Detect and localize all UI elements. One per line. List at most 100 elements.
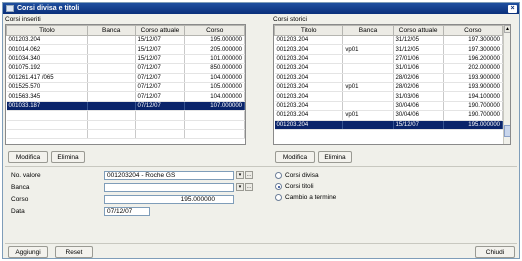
- radio-securities[interactable]: [275, 183, 282, 190]
- table-cell: [87, 91, 136, 102]
- scroll-up-icon[interactable]: ▲: [504, 25, 510, 33]
- column-header[interactable]: Banca: [86, 25, 136, 36]
- table-cell: 15/12/07: [135, 54, 186, 65]
- table-cell: 15/12/07: [135, 35, 186, 46]
- history-prices-grid[interactable]: Titolo Banca Corso attuale Corso 001203.204…: [273, 24, 511, 145]
- table-row[interactable]: 001203.204 31/01/06 202.000000: [274, 63, 504, 74]
- bank-field[interactable]: [104, 183, 234, 192]
- table-cell: 001014.062: [6, 44, 88, 55]
- app-icon: [6, 5, 14, 12]
- table-row[interactable]: 001075.192 07/12/07 850.000000: [6, 63, 245, 74]
- table-cell: [342, 63, 394, 74]
- close-button[interactable]: Chiudi: [475, 246, 515, 258]
- inserted-prices-grid[interactable]: Titolo Banca Corso attuale Corso 001203.204…: [5, 24, 246, 145]
- column-header[interactable]: Corso: [184, 25, 245, 36]
- table-cell: [342, 73, 394, 83]
- table-cell: [6, 110, 88, 121]
- option-currency-rates[interactable]: Corsi divisa: [275, 172, 319, 179]
- radio-forward[interactable]: [275, 194, 282, 201]
- table-row[interactable]: 001014.062 15/12/07 205.000000: [6, 44, 245, 55]
- table-cell: 07/12/07: [135, 63, 186, 74]
- table-row[interactable]: 001203.204 vp01 28/02/06 193.900000: [274, 82, 504, 93]
- table-cell: 197.300000: [443, 35, 504, 46]
- security-number-field[interactable]: 001203204 - Roche GS: [104, 171, 234, 180]
- table-cell: 001203.204: [274, 82, 344, 93]
- table-cell: [135, 110, 186, 121]
- table-cell: [87, 54, 136, 65]
- table-cell: 001203.204: [274, 91, 344, 102]
- table-cell: 001563.345: [6, 91, 88, 102]
- table-cell: [342, 35, 394, 46]
- column-header[interactable]: Corso: [442, 25, 504, 36]
- table-row[interactable]: 001033.187 07/12/07 107.000000: [6, 101, 245, 112]
- security-dropdown-icon[interactable]: ▾: [236, 171, 244, 179]
- footer-divider: [5, 243, 517, 244]
- column-header[interactable]: Corso attuale: [392, 25, 444, 36]
- table-cell: [135, 120, 186, 130]
- table-row[interactable]: 001261.417 /065 07/12/07 104.000000: [6, 73, 245, 83]
- price-label: Corso: [11, 196, 29, 203]
- table-row[interactable]: 001203.204 15/12/07 195.000000: [6, 35, 245, 46]
- table-cell: 196.200000: [443, 54, 504, 65]
- table-cell: 28/02/06: [393, 73, 444, 83]
- table-cell: 104.000000: [184, 91, 245, 102]
- divider: [5, 166, 517, 167]
- left-delete-button[interactable]: Elimina: [51, 151, 85, 163]
- history-scrollbar[interactable]: ▲: [503, 25, 510, 144]
- table-cell: 30/04/06: [393, 110, 444, 121]
- table-row[interactable]: [6, 120, 245, 130]
- right-modify-button[interactable]: Modifica: [275, 151, 315, 163]
- table-cell: 001203.204: [274, 101, 344, 112]
- close-icon[interactable]: ×: [508, 4, 517, 13]
- table-row[interactable]: [6, 129, 245, 140]
- table-cell: 27/01/06: [393, 54, 444, 65]
- table-cell: 001034.340: [6, 54, 88, 65]
- date-field[interactable]: 07/12/07: [104, 207, 150, 216]
- table-row[interactable]: 001203.204 vp01 30/04/06 190.700000: [274, 110, 504, 121]
- table-row[interactable]: 001203.204 vp01 31/12/05 197.300000: [274, 44, 504, 55]
- left-modify-button[interactable]: Modifica: [8, 151, 48, 163]
- bank-label: Banca: [11, 184, 30, 191]
- table-cell: 001203.204: [274, 35, 344, 46]
- table-row[interactable]: 001563.345 07/12/07 104.000000: [6, 91, 245, 102]
- table-row[interactable]: 001203.204 30/04/06 190.700000: [274, 101, 504, 112]
- column-header[interactable]: Banca: [342, 25, 394, 36]
- reset-button[interactable]: Reset: [55, 246, 93, 258]
- column-header[interactable]: Titolo: [274, 25, 344, 36]
- table-cell: 001203.204: [6, 35, 88, 46]
- option-forward-label: Cambio a termine: [285, 194, 337, 201]
- table-row[interactable]: 001203.204 27/01/06 196.200000: [274, 54, 504, 65]
- table-cell: [6, 129, 88, 140]
- table-row[interactable]: [6, 110, 245, 121]
- table-cell: [87, 129, 136, 140]
- table-cell: 107.000000: [184, 101, 245, 112]
- scroll-thumb[interactable]: [504, 125, 510, 137]
- add-button[interactable]: Aggiungi: [8, 246, 48, 258]
- right-delete-button[interactable]: Elimina: [318, 151, 352, 163]
- option-security-rates[interactable]: Corsi titoli: [275, 183, 314, 190]
- option-forward-exchange[interactable]: Cambio a termine: [275, 194, 336, 201]
- history-prices-label: Corsi storici: [273, 16, 307, 23]
- table-row[interactable]: 001203.204 31/03/06 194.100000: [274, 91, 504, 102]
- bank-lookup-icon[interactable]: …: [245, 183, 253, 191]
- radio-currency[interactable]: [275, 172, 282, 179]
- bank-dropdown-icon[interactable]: ▾: [236, 183, 244, 191]
- table-cell: [342, 91, 394, 102]
- table-cell: 104.000000: [184, 73, 245, 83]
- table-row[interactable]: 001525.570 07/12/07 105.000000: [6, 82, 245, 93]
- table-cell: 190.700000: [443, 101, 504, 112]
- table-cell: 31/12/05: [393, 44, 444, 55]
- table-row[interactable]: 001203.204 15/12/07 195.000000: [274, 120, 504, 130]
- table-cell: [87, 82, 136, 93]
- column-header[interactable]: Titolo: [6, 25, 88, 36]
- security-lookup-icon[interactable]: …: [245, 171, 253, 179]
- dialog-window: Corsi divisa e titoli × Corsi inseriti T…: [2, 2, 520, 259]
- table-cell: [184, 129, 245, 140]
- title-bar: Corsi divisa e titoli ×: [3, 3, 519, 14]
- column-header[interactable]: Corso attuale: [134, 25, 186, 36]
- price-field[interactable]: 195.000000: [104, 195, 234, 204]
- table-row[interactable]: 001034.340 15/12/07 101.000000: [6, 54, 245, 65]
- table-row[interactable]: 001203.204 28/02/06 193.900000: [274, 73, 504, 83]
- table-row[interactable]: 001203.204 31/12/05 197.300000: [274, 35, 504, 46]
- table-cell: 001525.570: [6, 82, 88, 93]
